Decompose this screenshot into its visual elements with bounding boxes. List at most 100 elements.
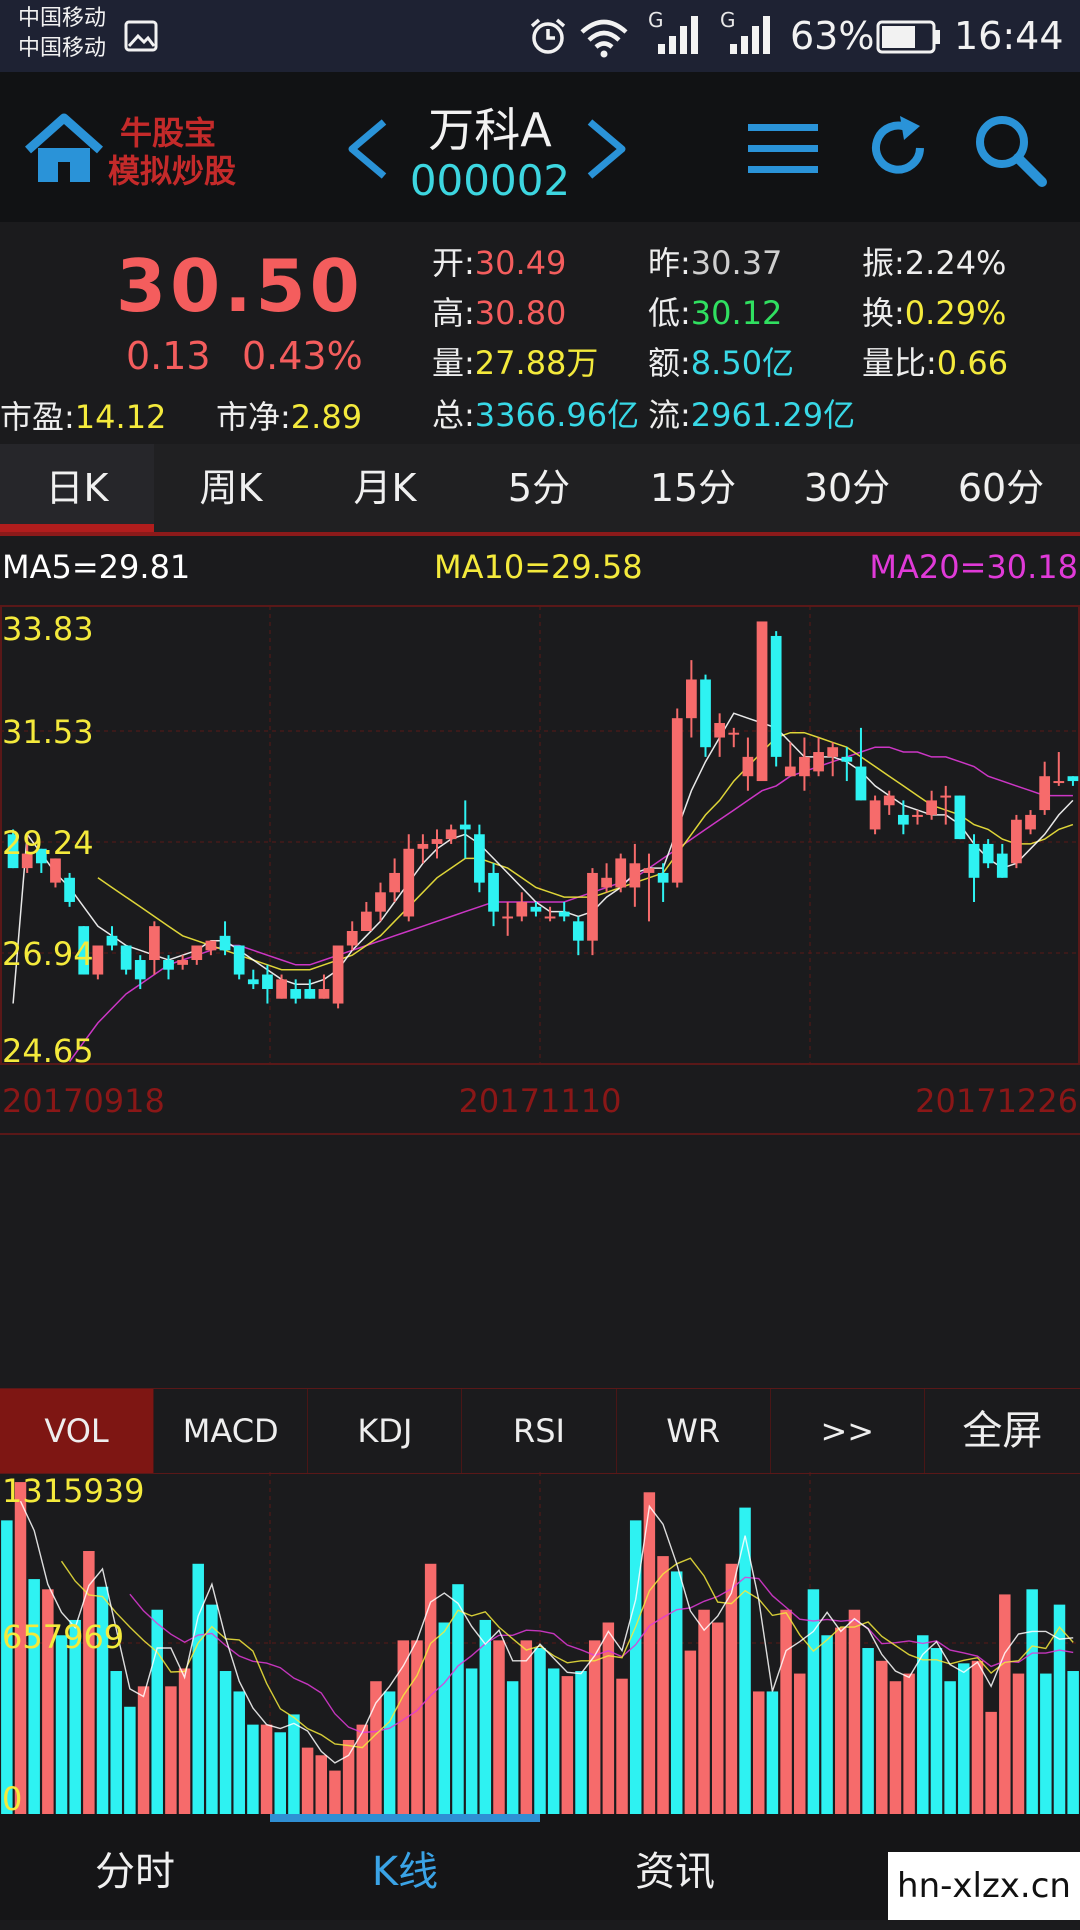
- volume-bar: [342, 1739, 355, 1814]
- candle-body: [346, 930, 358, 946]
- volume-bar: [506, 1681, 519, 1814]
- pe-ratio: 市盈:14.12: [0, 398, 167, 436]
- candle-body: [149, 926, 160, 961]
- kline-chart[interactable]: MA5=29.81 MA10=29.58 MA20=30.18 33.83 31.…: [0, 532, 1080, 1388]
- fullscreen-button[interactable]: 全屏: [925, 1389, 1080, 1473]
- candle-body: [445, 829, 457, 840]
- kline-y-label: 24.65: [2, 1032, 94, 1070]
- ma10-line: [97, 731, 1074, 971]
- nav-timeshare[interactable]: 分时: [0, 1814, 270, 1920]
- stock-name: 万科A: [428, 103, 552, 157]
- candle-body: [996, 853, 1008, 878]
- candle-body: [106, 935, 118, 946]
- candle-body: [912, 814, 923, 817]
- tab-macd[interactable]: MACD: [154, 1389, 309, 1473]
- ma20-line: [68, 746, 1073, 1063]
- search-icon[interactable]: [972, 112, 1048, 188]
- period-tabs: 日K 周K 月K 5分 15分 30分 60分: [0, 444, 1080, 532]
- volume-bar: [643, 1492, 656, 1814]
- candle-body: [883, 795, 895, 806]
- indicator-tabs: VOL MACD KDJ RSI WR >> 全屏: [0, 1388, 1080, 1474]
- volume: 量:27.88万: [432, 344, 599, 382]
- volume-bar: [561, 1676, 574, 1814]
- home-icon[interactable]: [22, 112, 106, 186]
- candle-body: [615, 858, 627, 888]
- candle-body: [784, 766, 796, 777]
- candle-body: [360, 911, 372, 931]
- volume-bar: [999, 1594, 1011, 1814]
- kline-x-label: 20171110: [459, 1082, 622, 1120]
- tab-rsi[interactable]: RSI: [462, 1389, 617, 1473]
- volume-bar: [547, 1668, 560, 1814]
- nav-kline[interactable]: K线: [270, 1814, 540, 1920]
- volume-bar: [370, 1681, 382, 1814]
- volume-bar: [862, 1648, 874, 1814]
- candle-body: [163, 960, 174, 970]
- tab-vol[interactable]: VOL: [0, 1389, 155, 1473]
- volume-bar: [616, 1678, 628, 1814]
- volume-bar: [684, 1650, 697, 1814]
- candle-body: [799, 756, 810, 777]
- ma5-line: [12, 712, 1074, 1004]
- volume-chart[interactable]: 1315939 657969 0: [0, 1472, 1080, 1814]
- volume-bar: [1040, 1673, 1052, 1814]
- signal-icon: [658, 16, 698, 54]
- tab-kdj[interactable]: KDJ: [308, 1389, 463, 1473]
- ma10-label: MA10=29.58: [434, 548, 643, 586]
- volume-y-label: 1315939: [2, 1472, 145, 1510]
- tab-30min[interactable]: 30分: [770, 444, 924, 532]
- current-price: 30.50: [116, 244, 364, 328]
- price-change: 0.13: [126, 334, 211, 378]
- volume-bar: [794, 1673, 806, 1814]
- next-icon[interactable]: [582, 116, 630, 182]
- candle-body: [982, 843, 994, 864]
- turnover-rate: 换:0.29%: [862, 294, 1007, 332]
- nav-news[interactable]: 资讯: [540, 1814, 810, 1920]
- volume-ratio: 量比:0.66: [862, 344, 1009, 382]
- candle-body: [389, 872, 400, 893]
- volume-bar: [452, 1584, 464, 1814]
- logo-line-1: 牛股宝: [120, 114, 217, 152]
- candle-body: [417, 843, 429, 849]
- refresh-icon[interactable]: [864, 114, 932, 182]
- candle-body: [92, 945, 104, 975]
- volume-bar: [780, 1609, 792, 1814]
- signal-icon: [730, 16, 770, 54]
- volume-bar: [233, 1691, 245, 1814]
- candle-body: [940, 795, 952, 798]
- tab-wr[interactable]: WR: [617, 1389, 771, 1473]
- menu-icon[interactable]: [748, 120, 818, 178]
- tab-month-k[interactable]: 月K: [308, 444, 462, 532]
- prev-icon[interactable]: [344, 116, 392, 182]
- candle-body: [587, 872, 598, 941]
- prev-close: 昨:30.37: [648, 244, 783, 282]
- volume-bar: [438, 1622, 451, 1814]
- candle-body: [375, 892, 386, 912]
- candle-body: [219, 935, 231, 951]
- kline-grid: [0, 605, 1080, 1135]
- battery-icon: [876, 20, 940, 54]
- volume-y-label: 0: [2, 1780, 22, 1814]
- volume-bar: [575, 1671, 587, 1814]
- tab-day-k[interactable]: 日K: [0, 444, 154, 532]
- ma5-label: MA5=29.81: [2, 548, 190, 586]
- volume-bar: [260, 1724, 273, 1814]
- volume-bar: [55, 1635, 68, 1814]
- price-change-pct: 0.43%: [242, 334, 363, 378]
- candle-body: [629, 863, 641, 888]
- gallery-icon: [124, 20, 158, 52]
- tab-15min[interactable]: 15分: [616, 444, 770, 532]
- tab-more[interactable]: >>: [771, 1389, 925, 1473]
- candle-body: [671, 718, 683, 883]
- candle-body: [332, 945, 344, 1004]
- volume-bar: [534, 1648, 546, 1814]
- candle-body: [516, 901, 528, 917]
- logo-line-2: 模拟炒股: [108, 152, 237, 190]
- tab-60min[interactable]: 60分: [924, 444, 1078, 532]
- volume-bar: [520, 1640, 533, 1814]
- kline-y-label: 26.94: [2, 935, 94, 973]
- volume-bar: [876, 1660, 888, 1814]
- tab-week-k[interactable]: 周K: [154, 444, 308, 532]
- carrier-1: 中国移动: [18, 6, 107, 31]
- tab-5min[interactable]: 5分: [462, 444, 616, 532]
